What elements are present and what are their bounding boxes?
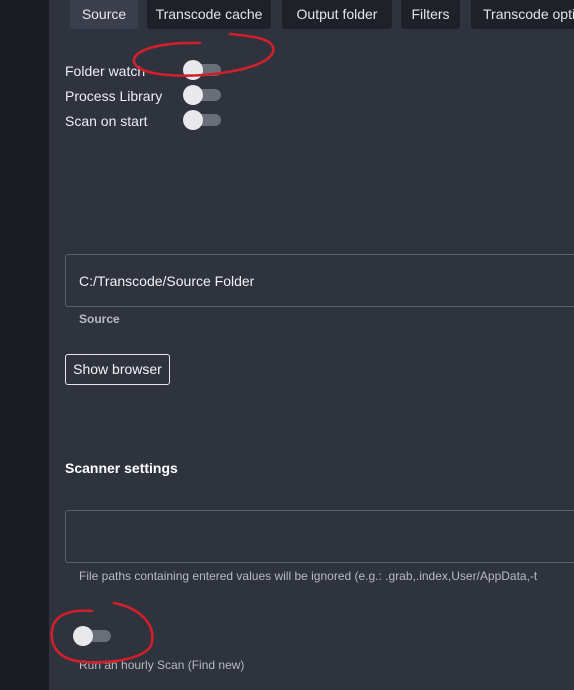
folder-watch-label: Folder watch — [65, 63, 146, 79]
toggle-knob — [183, 85, 203, 105]
process-library-label: Process Library — [65, 88, 163, 104]
process-library-row: Process Library — [65, 85, 265, 107]
scanner-settings-heading: Scanner settings — [65, 460, 178, 476]
toggle-knob — [183, 110, 203, 130]
scan-on-start-toggle[interactable] — [183, 110, 221, 130]
tab-filters[interactable]: Filters — [401, 0, 460, 29]
tab-transcode-cache[interactable]: Transcode cache — [147, 0, 271, 29]
left-sidebar-strip — [0, 0, 49, 690]
scan-on-start-row: Scan on start — [65, 110, 265, 132]
tab-source[interactable]: Source — [70, 0, 138, 29]
source-folder-helper: Source — [79, 312, 120, 326]
process-library-toggle[interactable] — [183, 85, 221, 105]
ignore-paths-helper: File paths containing entered values wil… — [79, 569, 538, 583]
hourly-scan-label: Run an hourly Scan (Find new) — [79, 658, 245, 672]
source-folder-input[interactable]: C:/Transcode/Source Folder — [65, 254, 574, 307]
ignore-paths-input[interactable] — [65, 510, 574, 563]
tab-output-folder[interactable]: Output folder — [282, 0, 392, 29]
folder-watch-toggle[interactable] — [183, 60, 221, 80]
folder-watch-row: Folder watch — [65, 60, 265, 82]
hourly-scan-toggle[interactable] — [73, 626, 111, 646]
show-browser-button[interactable]: Show browser — [65, 354, 170, 385]
toggle-knob — [183, 60, 203, 80]
scan-on-start-label: Scan on start — [65, 113, 148, 129]
toggle-knob — [73, 626, 93, 646]
source-folder-value: C:/Transcode/Source Folder — [79, 273, 255, 289]
library-settings-panel: Source Transcode cache Output folder Fil… — [49, 0, 574, 690]
tab-transcode-options[interactable]: Transcode opti — [471, 0, 574, 29]
